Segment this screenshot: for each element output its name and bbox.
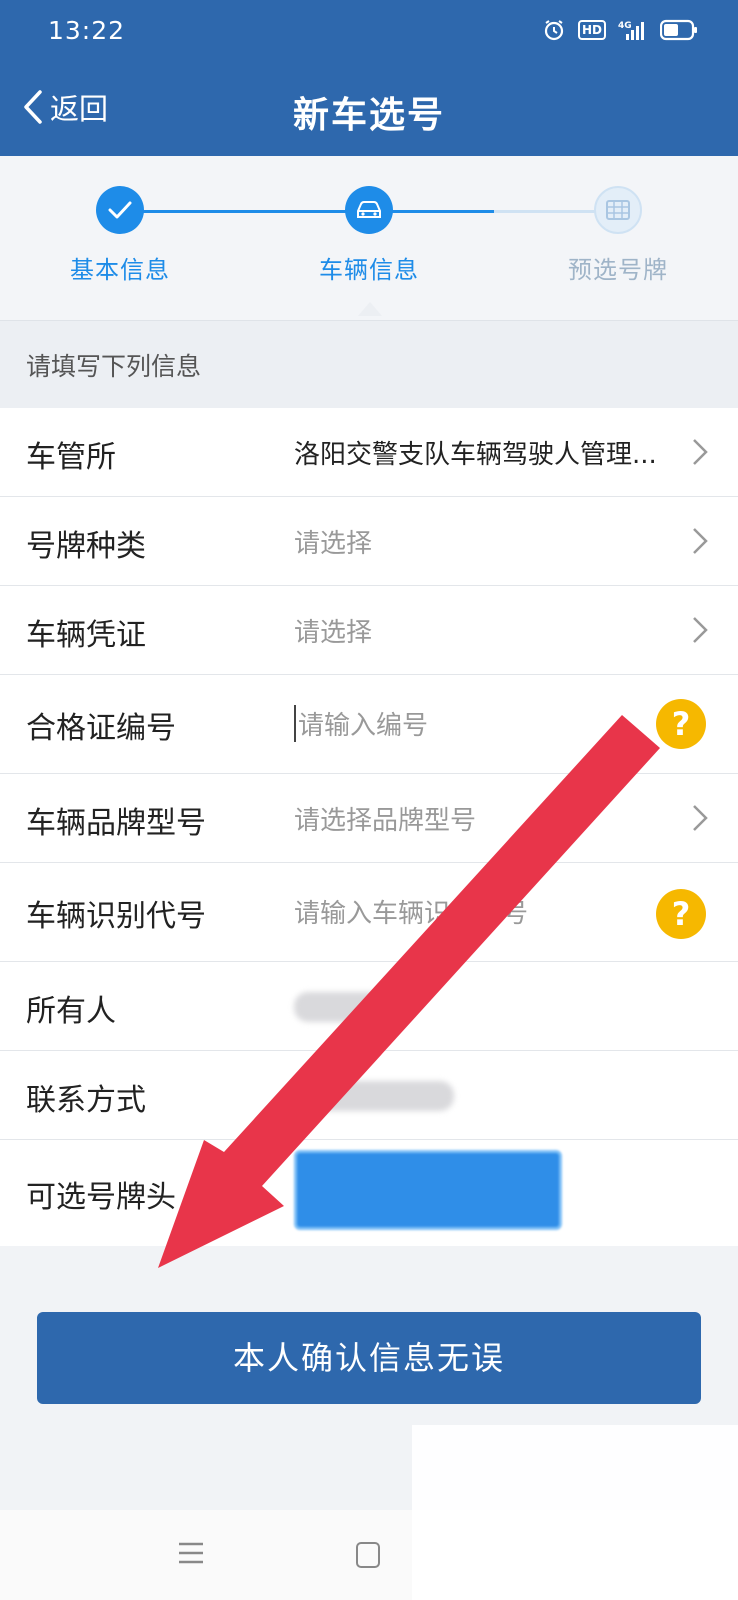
status-icons: HD 4G xyxy=(542,18,698,42)
row-label: 所有人 xyxy=(26,994,116,1029)
step-pointer xyxy=(358,302,382,316)
step-label: 车辆信息 xyxy=(319,256,419,284)
check-icon xyxy=(96,186,144,234)
chevron-right-icon xyxy=(693,805,708,831)
plate-icon xyxy=(594,186,642,234)
chevron-right-icon xyxy=(693,439,708,465)
alarm-icon xyxy=(542,18,566,42)
row-value: 请选择 xyxy=(294,618,373,648)
4g-signal-icon: 4G xyxy=(618,18,648,42)
row-label: 联系方式 xyxy=(26,1083,146,1118)
row-label: 车辆品牌型号 xyxy=(26,806,206,841)
form-hint-text: 请填写下列信息 xyxy=(26,352,202,381)
step-label: 预选号牌 xyxy=(568,256,668,284)
row-value: 请选择品牌型号 xyxy=(294,806,477,836)
row-certificate-number[interactable]: 合格证编号 请输入编号 ? xyxy=(0,675,738,774)
row-label: 可选号牌头 xyxy=(26,1180,176,1215)
row-label: 车管所 xyxy=(26,440,116,475)
step-label: 基本信息 xyxy=(70,256,170,284)
car-icon xyxy=(345,186,393,234)
row-brand-model[interactable]: 车辆品牌型号 请选择品牌型号 xyxy=(0,774,738,863)
home-icon[interactable] xyxy=(356,1542,380,1568)
row-label: 车辆凭证 xyxy=(26,618,146,653)
vin-input[interactable]: 请输入车辆识别代号 xyxy=(294,893,528,930)
row-value: 请选择 xyxy=(294,529,373,559)
progress-stepper: 基本信息 车辆信息 预选号牌 xyxy=(0,156,738,320)
chevron-right-icon xyxy=(693,617,708,643)
hd-icon: HD xyxy=(577,20,606,40)
row-value: 洛阳交警支队车辆驾驶人管理... xyxy=(294,440,657,470)
row-label: 号牌种类 xyxy=(26,529,146,564)
chevron-right-icon xyxy=(693,528,708,554)
help-icon[interactable]: ? xyxy=(656,889,706,939)
vehicle-form: 车管所 洛阳交警支队车辆驾驶人管理... 号牌种类 请选择 车辆凭证 请选择 合… xyxy=(0,408,738,1246)
battery-icon xyxy=(660,18,698,42)
help-icon[interactable]: ? xyxy=(656,699,706,749)
step-vehicle-info: 车辆信息 xyxy=(289,186,449,285)
plate-prefix-button[interactable] xyxy=(294,1150,562,1230)
row-vehicle-office[interactable]: 车管所 洛阳交警支队车辆驾驶人管理... xyxy=(0,408,738,497)
certificate-number-input[interactable]: 请输入编号 xyxy=(294,705,428,742)
row-owner: 所有人 xyxy=(0,962,738,1051)
row-contact: 联系方式 xyxy=(0,1051,738,1140)
svg-text:4G: 4G xyxy=(618,21,632,31)
page-title: 新车选号 xyxy=(292,95,445,136)
form-hint: 请填写下列信息 xyxy=(0,320,738,408)
app-header: 13:22 HD 4G 返回 新车选号 xyxy=(0,0,738,156)
row-vin[interactable]: 车辆识别代号 请输入车辆识别代号 ? xyxy=(0,863,738,962)
step-basic-info: 基本信息 xyxy=(40,186,200,285)
row-vehicle-certificate[interactable]: 车辆凭证 请选择 xyxy=(0,586,738,675)
row-plate-prefix: 可选号牌头 xyxy=(0,1140,738,1246)
row-plate-type[interactable]: 号牌种类 请选择 xyxy=(0,497,738,586)
confirm-info-button[interactable]: 本人确认信息无误 xyxy=(37,1312,701,1404)
menu-icon[interactable] xyxy=(176,1538,206,1568)
contact-value-redacted xyxy=(294,1081,454,1111)
owner-value-redacted xyxy=(294,992,384,1022)
row-label: 车辆识别代号 xyxy=(26,899,206,934)
row-label: 合格证编号 xyxy=(26,711,176,746)
status-time: 13:22 xyxy=(48,16,126,45)
blurred-overlay xyxy=(412,1425,738,1600)
step-plate-preselect: 预选号牌 xyxy=(538,186,698,285)
